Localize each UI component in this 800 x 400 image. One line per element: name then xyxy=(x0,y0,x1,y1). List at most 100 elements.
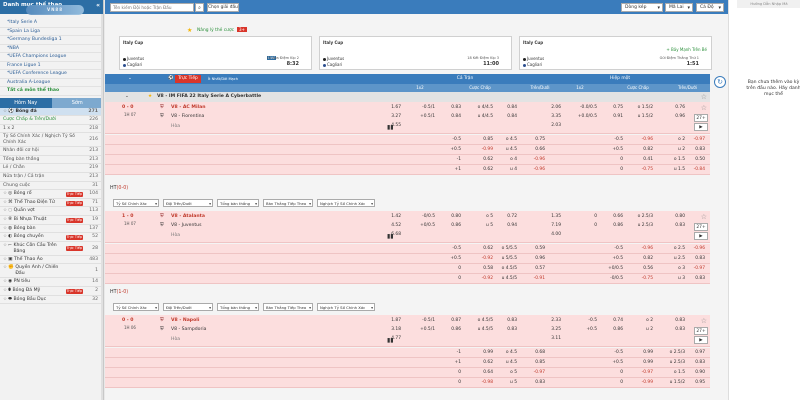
odds-cell[interactable]: 0.82 xyxy=(629,147,653,152)
sport-virtual[interactable]: ☆▣ Thể Thao Ảo 483 xyxy=(0,256,103,265)
odds-cell[interactable]: 0.83 xyxy=(681,256,705,261)
odds-cell[interactable]: -0.96 xyxy=(629,137,653,142)
odds-cell[interactable]: -0.96 xyxy=(629,246,653,251)
odds-cell[interactable]: 0.57 xyxy=(521,266,545,271)
odds-cell[interactable]: 0.94 xyxy=(493,223,517,228)
odds-cell[interactable]: 0.66 xyxy=(521,147,545,152)
odds-cell[interactable]: -0.75 xyxy=(629,167,653,172)
sort-dropdown[interactable]: Dòng kép xyxy=(621,3,663,12)
odds-cell[interactable]: 0.66 xyxy=(599,214,623,219)
sport-football[interactable]: ☆⚽ Bóng đá 271 xyxy=(0,107,103,117)
sidebar-league[interactable]: *UEFA Champions League xyxy=(0,53,103,62)
search-icon[interactable]: ⌕ xyxy=(195,3,204,12)
sport-table-tennis[interactable]: ☆◍ Bóng bàn 137 xyxy=(0,225,103,234)
sidebar-league[interactable]: *Spain La Liga xyxy=(0,28,103,36)
odds-cell[interactable]: 1.35 xyxy=(537,214,561,219)
odds-cell[interactable]: 2.06 xyxy=(537,105,561,110)
tab-today[interactable]: Hôm Nay xyxy=(0,97,52,108)
odds-cell[interactable]: 3.25 xyxy=(537,327,561,332)
odds-cell[interactable]: 0.97 xyxy=(681,350,705,355)
home-team[interactable]: V8 - Napoli xyxy=(171,318,199,323)
odds-cell[interactable]: 0.99 xyxy=(629,350,653,355)
odds-cell[interactable]: 0.96 xyxy=(661,114,685,119)
odds-cell[interactable]: 0.68 xyxy=(521,350,545,355)
star-icon[interactable]: ☆ xyxy=(3,279,7,284)
odds-cell[interactable]: -0.96 xyxy=(521,167,545,172)
odds-cell[interactable]: 0.83 xyxy=(681,147,705,152)
market-filter-dropdown[interactable]: Nghịch Tỷ Số Chính Xác xyxy=(317,303,375,311)
odds-cell[interactable]: 0.86 xyxy=(599,327,623,332)
market-filter-dropdown[interactable]: Đội Trên/Dưới xyxy=(163,303,213,311)
odds-cell[interactable]: 0.50 xyxy=(681,157,705,162)
odds-cell[interactable]: 0.90 xyxy=(681,370,705,375)
odds-cell[interactable]: 7.19 xyxy=(537,223,561,228)
odds-cell[interactable]: 3.11 xyxy=(537,336,561,341)
market-filter-dropdown[interactable]: Bàn Thắng Tiếp Theo xyxy=(263,199,313,207)
odds-cell[interactable]: -0.99 xyxy=(469,147,493,152)
sidebar-league[interactable]: *Germany Bundesliga 1 xyxy=(0,36,103,45)
odds-cell[interactable]: 0.83 xyxy=(661,223,685,228)
featured-card[interactable]: Italy Cup + Bảy Mạnh Trên Bé Juventus Ca… xyxy=(519,36,712,70)
odds-cell[interactable]: 0.99 xyxy=(629,360,653,365)
odds-cell[interactable]: 0.82 xyxy=(629,256,653,261)
odds-cell[interactable]: 0.87 xyxy=(437,318,461,323)
odds-cell[interactable]: 0.80 xyxy=(661,214,685,219)
market-item[interactable]: Nhân đôi cơ hội 213 xyxy=(0,147,103,156)
odds-cell[interactable]: 0.83 xyxy=(661,318,685,323)
star-icon[interactable]: ☆ xyxy=(3,257,7,262)
more-markets-button[interactable]: 27+ xyxy=(694,114,708,122)
market-filter-dropdown[interactable]: Nghịch Tỷ Số Chính Xác xyxy=(317,199,375,207)
odds-cell[interactable]: 0.83 xyxy=(493,327,517,332)
odds-cell[interactable]: -0.98 xyxy=(469,380,493,385)
odds-type-dropdown[interactable]: Mã Lai xyxy=(665,3,693,12)
chevron-down-icon[interactable]: ⌄ xyxy=(125,74,135,84)
away-team[interactable]: V8 - Sampdoria xyxy=(171,327,206,332)
sport-darts[interactable]: ☆◉ PN tiêu 14 xyxy=(0,278,103,287)
odds-cell[interactable]: -0.84 xyxy=(681,167,705,172)
sport-billiards[interactable]: ☆⑧ Bi Nhựa Thuật Trực Tiếp 19 xyxy=(0,216,103,225)
odds-cell[interactable]: 3.27 xyxy=(377,114,401,119)
odds-cell[interactable]: -0.97 xyxy=(629,370,653,375)
odds-cell[interactable]: 0.83 xyxy=(681,360,705,365)
odds-cell[interactable]: 1.67 xyxy=(377,105,401,110)
odds-cell[interactable]: 2.03 xyxy=(537,123,561,128)
star-icon[interactable]: ☆ xyxy=(701,104,707,112)
odds-cell[interactable]: 4.00 xyxy=(537,232,561,237)
market-filter-dropdown[interactable]: Tỷ Số Chính Xác xyxy=(113,303,159,311)
market-item[interactable]: 1 x 2 218 xyxy=(0,125,103,134)
home-team[interactable]: V8 - Atalanta xyxy=(171,214,205,219)
sport-boxing[interactable]: ☆✊ Quyền Anh / Chiến Đấu 1 xyxy=(0,264,103,279)
sidebar-scrollbar[interactable] xyxy=(101,14,103,400)
odds-cell[interactable]: 4.52 xyxy=(377,223,401,228)
market-item[interactable]: Nửa trận / Cả trận 213 xyxy=(0,173,103,182)
chevron-left-icon[interactable]: « xyxy=(96,2,100,9)
odds-cell[interactable]: 0.75 xyxy=(521,137,545,142)
odds-cell[interactable]: 0.86 xyxy=(599,223,623,228)
odds-cell[interactable]: 0.62 xyxy=(469,167,493,172)
odds-cell[interactable]: 0.91 xyxy=(599,114,623,119)
live-tab[interactable]: Trực Tiếp xyxy=(175,75,201,83)
odds-cell[interactable]: -0.96 xyxy=(521,157,545,162)
more-markets-button[interactable]: 27+ xyxy=(694,327,708,335)
market-filter-dropdown[interactable]: Tổng bàn thắng xyxy=(217,303,259,311)
star-icon[interactable]: ★ xyxy=(187,27,192,34)
star-icon[interactable]: ☆ xyxy=(3,234,7,239)
odds-cell[interactable]: 0.75 xyxy=(599,105,623,110)
odds-cell[interactable]: 0.83 xyxy=(437,105,461,110)
sport-ice-hockey[interactable]: ☆⌐ Khúc Côn Cầu Trên Băng Trực Tiếp 28 xyxy=(0,242,103,256)
featured-card[interactable]: Italy Cup Juventus Cagliari LIVE 12 Aza … xyxy=(119,36,312,70)
odds-cell[interactable]: 0.95 xyxy=(681,380,705,385)
odds-cell[interactable]: -0.96 xyxy=(681,246,705,251)
odds-cell[interactable]: 0.84 xyxy=(493,105,517,110)
star-icon[interactable]: ☆ xyxy=(701,92,707,102)
all-sports-link[interactable]: Tất cả môn thể thao xyxy=(0,87,103,96)
sport-esports[interactable]: ☆⌘ Thể Thao Điện Tử Trực Tiếp 71 xyxy=(0,199,103,208)
star-icon[interactable]: ☆ xyxy=(701,317,707,325)
odds-cell[interactable]: 0.64 xyxy=(469,370,493,375)
odds-cell[interactable]: 0.85 xyxy=(469,137,493,142)
odds-cell[interactable]: -0.92 xyxy=(469,256,493,261)
odds-cell[interactable]: 0.86 xyxy=(437,327,461,332)
star-icon[interactable]: ☆ xyxy=(3,288,7,293)
sidebar-league[interactable]: *UEFA Conference League xyxy=(0,70,103,79)
odds-cell[interactable]: -0.75 xyxy=(629,276,653,281)
